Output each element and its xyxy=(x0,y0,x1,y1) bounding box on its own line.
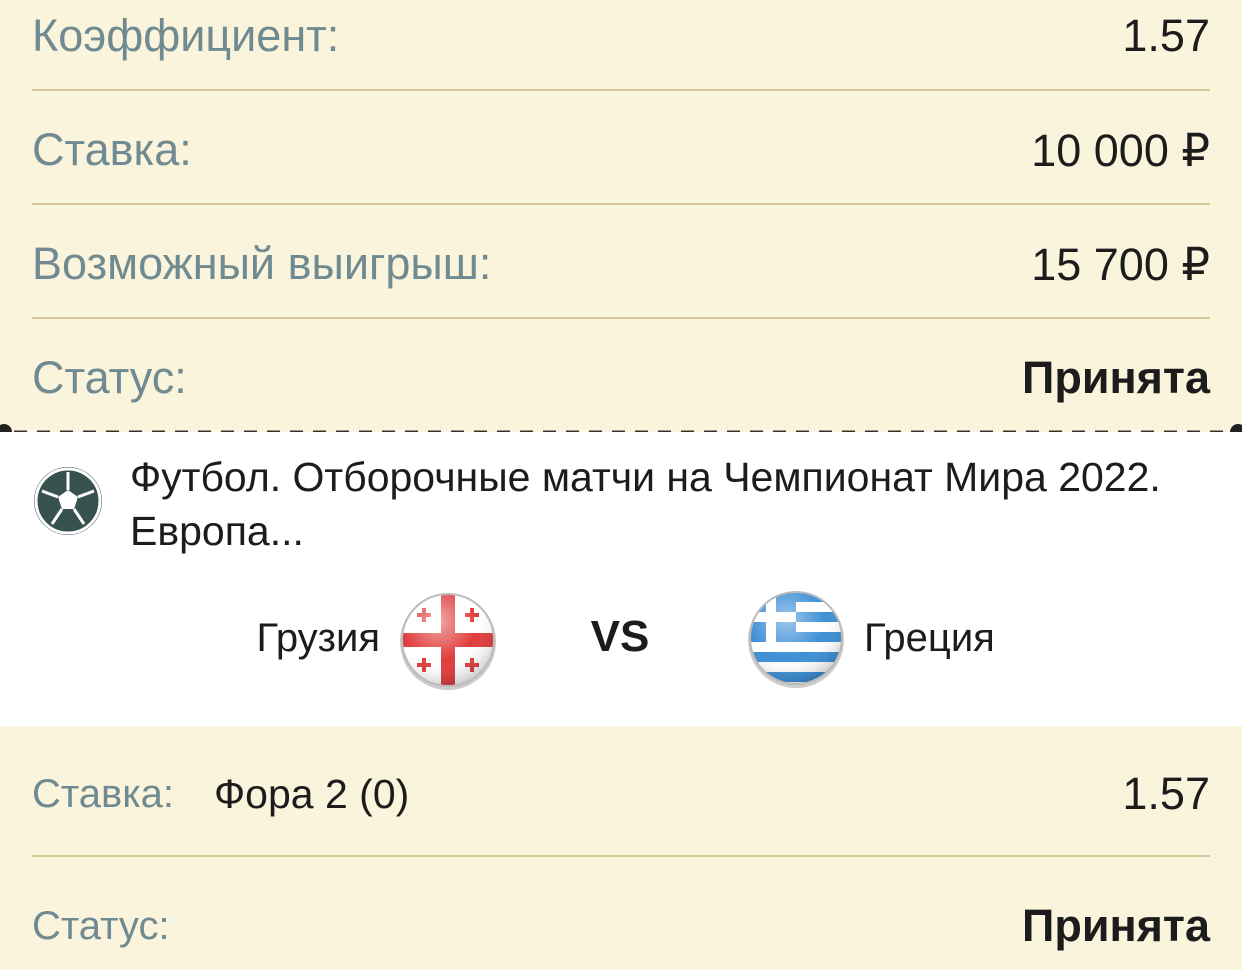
soccer-ball-icon xyxy=(34,467,102,535)
bet-label: Ставка: xyxy=(32,771,174,816)
status-row: Статус: Принята xyxy=(32,348,1210,408)
possible-win-row: Возможный выигрыш: 15 700 ₽ xyxy=(32,234,1210,294)
league-title: Футбол. Отборочные матчи на Чемпионат Ми… xyxy=(130,454,1161,554)
bet-status-value: Принята xyxy=(1022,900,1210,951)
bet-row: Ставка: Фора 2 (0) 1.57 xyxy=(32,764,1210,824)
bet-odds: 1.57 xyxy=(1122,768,1210,819)
odds-label: Коэффициент: xyxy=(32,10,340,61)
greece-flag-icon xyxy=(748,591,844,688)
versus-label: VS xyxy=(590,612,650,661)
divider xyxy=(32,203,1210,205)
odds-row: Коэффициент: 1.57 xyxy=(32,6,1210,66)
odds-value: 1.57 xyxy=(1122,10,1210,61)
bet-left: Ставка: Фора 2 (0) xyxy=(32,771,409,818)
bet-details: Ставка: Фора 2 (0) 1.57 Статус: Принята xyxy=(0,726,1242,970)
divider xyxy=(32,317,1210,319)
bet-status-label: Статус: xyxy=(32,903,170,948)
divider xyxy=(32,89,1210,91)
bet-description: Фора 2 (0) xyxy=(214,770,410,817)
stake-row: Ставка: 10 000 ₽ xyxy=(32,120,1210,180)
divider xyxy=(32,855,1210,857)
georgia-flag-icon xyxy=(400,593,496,690)
stake-label: Ставка: xyxy=(32,124,192,175)
possible-win-value: 15 700 ₽ xyxy=(1031,238,1210,290)
away-team-name: Греция xyxy=(864,616,995,660)
status-label: Статус: xyxy=(32,352,187,403)
home-team-name: Грузия xyxy=(256,616,380,660)
status-value: Принята xyxy=(1022,352,1210,403)
bet-summary: Коэффициент: 1.57 Ставка: 10 000 ₽ Возмо… xyxy=(0,0,1242,432)
possible-win-label: Возможный выигрыш: xyxy=(32,238,492,289)
bet-status-row: Статус: Принята xyxy=(32,896,1210,956)
stake-value: 10 000 ₽ xyxy=(1031,124,1210,176)
